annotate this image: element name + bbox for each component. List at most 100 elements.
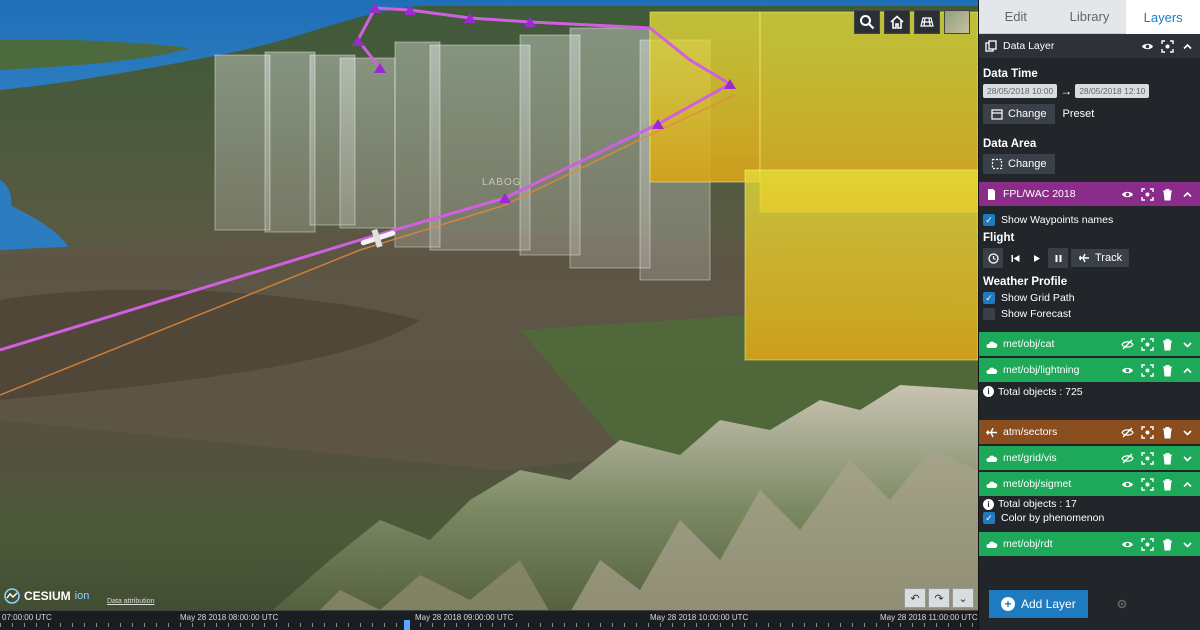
trash-icon[interactable] — [1161, 452, 1174, 465]
color-by-phenomenon-checkbox[interactable] — [983, 512, 995, 524]
focus-icon[interactable] — [1161, 39, 1174, 53]
eye-icon[interactable] — [1141, 40, 1154, 53]
focus-icon[interactable] — [1141, 477, 1154, 491]
eye-off-icon[interactable] — [1121, 426, 1134, 439]
play-icon[interactable] — [1027, 248, 1045, 268]
map-viewport[interactable]: LABOG CESIUM ion Data attribution ↶ ↷ ⌄ … — [0, 0, 978, 630]
chevron-down-icon[interactable] — [1181, 338, 1194, 351]
cloud-icon — [985, 338, 998, 351]
layer-name: met/obj/lightning — [1003, 364, 1080, 376]
chevron-up-icon[interactable] — [1181, 40, 1194, 53]
time-to-field[interactable]: 28/05/2018 12:10 — [1075, 84, 1150, 98]
trash-icon[interactable] — [1161, 426, 1174, 439]
layer-met-obj-cat[interactable]: met/obj/cat — [979, 332, 1200, 356]
eye-off-icon[interactable] — [1121, 338, 1134, 351]
data-time-range: 28/05/2018 10:00 → 28/05/2018 12:10 — [983, 84, 1196, 98]
eye-icon[interactable] — [1121, 188, 1134, 201]
cesium-logo-icon — [4, 588, 20, 604]
trash-icon[interactable] — [1161, 188, 1174, 201]
change-time-button[interactable]: Change — [983, 104, 1055, 124]
add-layer-button[interactable]: + Add Layer — [989, 590, 1088, 618]
trash-icon[interactable] — [1161, 478, 1174, 491]
focus-icon[interactable] — [1141, 337, 1154, 351]
track-button[interactable]: Track — [1071, 249, 1130, 267]
focus-icon[interactable] — [1141, 425, 1154, 439]
show-waypoints-row: Show Waypoints names — [983, 214, 1196, 226]
focus-icon[interactable] — [1141, 363, 1154, 377]
data-time-title: Data Time — [983, 68, 1038, 80]
home-icon[interactable] — [884, 10, 910, 34]
timeline[interactable]: 07:00:00 UTC May 28 2018 08:00:00 UTC Ma… — [0, 610, 978, 630]
airplane-icon — [1079, 253, 1089, 263]
focus-icon[interactable] — [1141, 187, 1154, 201]
layer-met-obj-sigmet[interactable]: met/obj/sigmet — [979, 472, 1200, 496]
chevron-down-icon[interactable] — [1181, 426, 1194, 439]
timeline-cursor[interactable] — [404, 620, 410, 630]
eye-icon[interactable] — [1121, 478, 1134, 491]
skip-back-icon[interactable] — [1006, 248, 1024, 268]
layer-name: atm/sectors — [1003, 426, 1058, 438]
lightning-total-objects: Total objects : 725 — [998, 386, 1083, 398]
terrain-scene[interactable] — [0, 0, 978, 630]
clock-icon[interactable] — [983, 248, 1003, 268]
change-area-button[interactable]: Change — [983, 154, 1055, 174]
cesium-logo: CESIUM ion — [4, 588, 89, 604]
timeline-ruler — [0, 623, 978, 627]
arrow-right-icon: → — [1060, 84, 1073, 98]
chevron-up-icon[interactable] — [1181, 364, 1194, 377]
preset-button[interactable]: Preset — [1063, 108, 1095, 120]
grid-mode-icon[interactable] — [914, 10, 940, 34]
data-layer-header[interactable]: Data Layer — [979, 34, 1200, 58]
eye-icon[interactable] — [1121, 364, 1134, 377]
show-waypoints-checkbox[interactable] — [983, 214, 995, 226]
trash-icon[interactable] — [1161, 538, 1174, 551]
focus-icon[interactable] — [1141, 451, 1154, 465]
search-icon[interactable] — [854, 10, 880, 34]
settings-icon[interactable] — [1116, 598, 1128, 610]
layer-met-obj-lightning[interactable]: met/obj/lightning — [979, 358, 1200, 382]
data-attribution-link[interactable]: Data attribution — [107, 598, 154, 605]
tab-edit[interactable]: Edit — [979, 0, 1053, 34]
chevron-up-icon[interactable] — [1181, 478, 1194, 491]
eye-icon[interactable] — [1121, 538, 1134, 551]
focus-icon[interactable] — [1141, 537, 1154, 551]
fpl-layer-body: Show Waypoints names Flight Track Weathe… — [979, 206, 1200, 328]
panel-tabs: Edit Library Layers — [979, 0, 1200, 34]
chevron-up-icon[interactable] — [1181, 188, 1194, 201]
layer-met-obj-rdt[interactable]: met/obj/rdt — [979, 532, 1200, 556]
color-by-phenomenon-row: Color by phenomenon — [983, 512, 1196, 524]
show-grid-path-row: Show Grid Path — [983, 292, 1196, 304]
map-toolbar — [854, 10, 970, 34]
undo-view-icon[interactable]: ↶ — [904, 588, 926, 608]
cloud-icon — [985, 364, 998, 377]
area-select-icon — [991, 158, 1003, 170]
chevron-down-icon[interactable] — [1181, 452, 1194, 465]
fpl-layer-header[interactable]: FPL/WAC 2018 — [979, 182, 1200, 206]
airplane-icon — [985, 426, 998, 439]
layer-name: met/obj/sigmet — [1003, 478, 1072, 490]
chevron-down-icon[interactable] — [1181, 538, 1194, 551]
cloud-icon — [985, 538, 998, 551]
pause-icon[interactable] — [1048, 248, 1068, 268]
show-grid-path-checkbox[interactable] — [983, 292, 995, 304]
redo-view-icon[interactable]: ↷ — [928, 588, 950, 608]
time-from-field[interactable]: 28/05/2018 10:00 — [983, 84, 1058, 98]
layer-atm-sectors[interactable]: atm/sectors — [979, 420, 1200, 444]
tab-layers[interactable]: Layers — [1126, 0, 1200, 34]
basemap-picker-icon[interactable] — [944, 10, 970, 34]
eye-off-icon[interactable] — [1121, 452, 1134, 465]
lightning-info: i Total objects : 725 — [979, 382, 1200, 420]
timeline-tick: May 28 2018 08:00:00 UTC — [180, 613, 279, 622]
layer-name: met/grid/vis — [1003, 452, 1057, 464]
show-forecast-row: Show Forecast — [983, 308, 1196, 320]
layer-met-grid-vis[interactable]: met/grid/vis — [979, 446, 1200, 470]
sigmet-total-objects: Total objects : 17 — [998, 498, 1077, 510]
cloud-icon — [985, 452, 998, 465]
chevron-down-icon[interactable]: ⌄ — [952, 588, 974, 608]
show-forecast-checkbox[interactable] — [983, 308, 995, 320]
info-icon: i — [983, 386, 994, 397]
weather-profile-title: Weather Profile — [983, 276, 1068, 288]
trash-icon[interactable] — [1161, 364, 1174, 377]
tab-library[interactable]: Library — [1052, 0, 1127, 34]
trash-icon[interactable] — [1161, 338, 1174, 351]
